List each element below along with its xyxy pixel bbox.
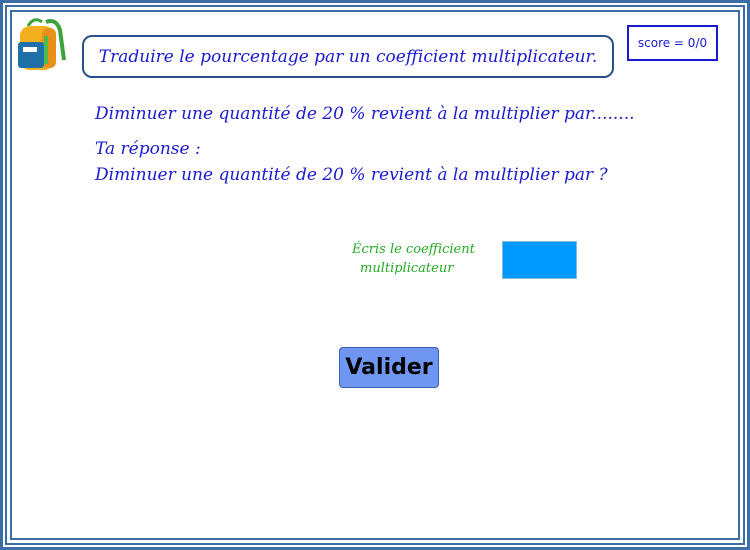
backpack-icon: [14, 16, 68, 72]
instruction-line-2: multiplicateur: [360, 261, 454, 276]
exercise-title: Traduire le pourcentage par un coefficie…: [82, 35, 614, 78]
answer-restated: Diminuer une quantité de 20 % revient à …: [95, 165, 608, 185]
score-badge: score = 0/0: [627, 25, 718, 61]
validate-button[interactable]: Valider: [339, 347, 439, 388]
answer-label: Ta réponse :: [95, 139, 201, 159]
question-prompt: Diminuer une quantité de 20 % revient à …: [95, 104, 635, 124]
instruction-line-1: Écris le coefficient: [352, 242, 475, 257]
coefficient-input[interactable]: [502, 241, 577, 279]
